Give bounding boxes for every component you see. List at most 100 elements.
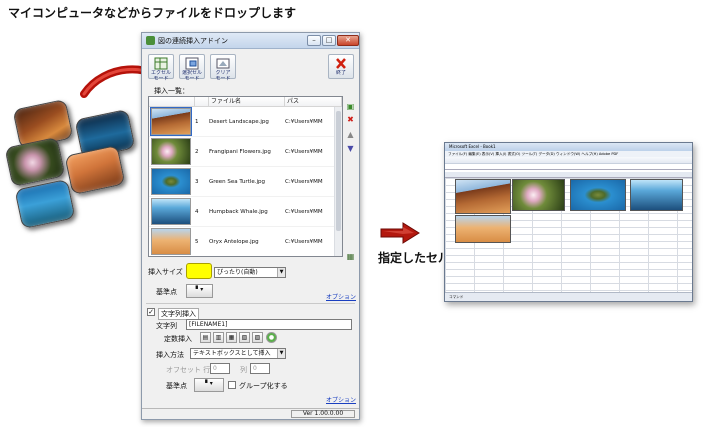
offset-row-input[interactable]: 0 xyxy=(210,363,230,374)
maximize-button[interactable]: □ xyxy=(322,35,336,46)
insert-size-select[interactable]: ぴったり(自動) ▼ xyxy=(214,267,286,278)
inserted-image-turtle[interactable] xyxy=(570,179,626,211)
clear-mode-icon xyxy=(216,58,230,69)
file-name: Humpback Whale.jpg xyxy=(209,208,268,215)
preset-button-3[interactable]: ▦ xyxy=(226,332,237,343)
section-divider xyxy=(146,303,355,304)
move-up-icon[interactable]: ▲ xyxy=(345,129,356,140)
group-label: グループ化する xyxy=(239,382,288,390)
select-cell-icon xyxy=(185,57,199,70)
file-number: 4 xyxy=(195,208,199,215)
preset-button-4[interactable]: ▧ xyxy=(239,332,250,343)
add-file-icon[interactable]: ▣ xyxy=(345,101,356,112)
column-header-filename[interactable]: ファイル名 xyxy=(209,97,285,106)
insert-method-label: 挿入方法 xyxy=(156,351,184,359)
excel-mode-icon xyxy=(154,57,168,70)
right-arrow-icon xyxy=(380,222,420,244)
offset-col-label: 列 xyxy=(240,366,247,374)
version-text: Ver 1.00.0.00 xyxy=(291,410,355,418)
base-point-selector-2[interactable]: ▘▾ xyxy=(194,378,224,392)
remove-file-icon[interactable]: ✖ xyxy=(345,114,356,125)
inserted-image-flower[interactable] xyxy=(512,179,565,211)
insert-size-value: ぴったり(自動) xyxy=(217,269,258,276)
close-button[interactable]: ✕ xyxy=(337,35,359,46)
column-header-path[interactable]: パス xyxy=(285,97,342,106)
file-name: Green Sea Turtle.jpg xyxy=(209,178,265,185)
insert-size-label: 挿入サイズ xyxy=(148,268,183,276)
photo-tile-turtle[interactable] xyxy=(14,178,76,230)
select-cell-mode-label: 選択セル モード xyxy=(181,70,202,82)
file-row[interactable]: 2 Frangipani Flowers.jpg C:¥Users¥MM xyxy=(149,137,342,167)
chevron-down-icon: ▼ xyxy=(277,268,285,277)
text-input[interactable]: [FILENAME1] xyxy=(186,319,352,330)
offset-col-input[interactable]: 0 xyxy=(250,363,270,374)
caption-drop-files: マイコンピュータなどからファイルをドロップします xyxy=(8,6,297,20)
preset-button-1[interactable]: ▤ xyxy=(200,332,211,343)
options-link[interactable]: オプション xyxy=(326,292,356,301)
addin-toolbar: エクセル モード 選択セル モード クリア モード 終了 xyxy=(142,49,359,83)
photo-tile-flower[interactable] xyxy=(4,136,66,188)
base-point-selector[interactable]: ▘▾ xyxy=(186,284,213,298)
file-number: 3 xyxy=(195,178,199,185)
preset-insert-label: 定数挿入 xyxy=(164,335,192,343)
thumbnail-desert xyxy=(150,107,192,136)
file-list-scrollbar[interactable] xyxy=(334,107,342,256)
inserted-image-whale[interactable] xyxy=(630,179,683,211)
clear-mode-button[interactable]: クリア モード xyxy=(210,54,236,82)
inserted-image-oryx[interactable] xyxy=(455,215,511,243)
file-list-header: ファイル名 パス xyxy=(149,97,342,107)
group-checkbox[interactable] xyxy=(228,381,236,389)
column-header-number[interactable] xyxy=(195,97,209,106)
inserted-image-desert[interactable] xyxy=(455,179,511,214)
excel-titlebar[interactable]: Microsoft Excel - Book1 xyxy=(445,143,692,151)
preview-icon[interactable]: ▦ xyxy=(345,251,356,262)
insert-method-select[interactable]: テキストボックスとして挿入 ▼ xyxy=(190,348,286,359)
preset-apply-icon[interactable]: ● xyxy=(266,332,277,343)
insert-size-swatch[interactable] xyxy=(186,263,212,279)
app-icon xyxy=(146,36,155,45)
excel-mode-button[interactable]: エクセル モード xyxy=(148,54,174,82)
preset-button-2[interactable]: ▥ xyxy=(213,332,224,343)
thumbnail-flower xyxy=(151,138,191,165)
thumbnail-turtle xyxy=(151,168,191,195)
thumbnail-oryx xyxy=(151,228,191,255)
insert-method-value: テキストボックスとして挿入 xyxy=(193,350,271,357)
text-label: 文字列 xyxy=(156,322,177,330)
excel-toolbar[interactable] xyxy=(445,157,692,164)
file-name: Frangipani Flowers.jpg xyxy=(209,148,271,155)
file-number: 5 xyxy=(195,238,199,245)
addin-title: 図の連続挿入アドイン xyxy=(158,36,228,45)
preset-button-5[interactable]: ▨ xyxy=(252,332,263,343)
file-row[interactable]: 4 Humpback Whale.jpg C:¥Users¥MM xyxy=(149,197,342,227)
base-point-label-2: 基準点 xyxy=(166,382,187,390)
options-link-2[interactable]: オプション xyxy=(326,395,356,404)
exit-button[interactable]: 終了 xyxy=(328,54,354,79)
excel-formula-bar[interactable] xyxy=(445,164,692,170)
offset-row-label: オフセット 行 xyxy=(166,366,211,374)
chevron-down-icon: ▼ xyxy=(277,349,285,358)
excel-window: Microsoft Excel - Book1 ファイル(F) 編集(E) 表示… xyxy=(444,142,693,302)
minimize-button[interactable]: – xyxy=(307,35,321,46)
file-number: 2 xyxy=(195,148,199,155)
file-name: Desert Landscape.jpg xyxy=(209,118,269,125)
clear-mode-label: クリア モード xyxy=(215,70,231,82)
scrollbar-thumb[interactable] xyxy=(336,111,341,231)
excel-status-bar: コマンド xyxy=(445,292,692,301)
file-name: Oryx Antelope.jpg xyxy=(209,238,259,245)
text-insert-checkbox[interactable]: ✓ xyxy=(147,308,155,316)
photo-tile-oryx[interactable] xyxy=(64,144,126,196)
exit-label: 終了 xyxy=(335,70,346,76)
file-row[interactable]: 1 Desert Landscape.jpg C:¥Users¥MM xyxy=(149,107,342,137)
column-header-thumbnail[interactable] xyxy=(149,97,195,106)
insert-list-label: 挿入一覧： xyxy=(154,87,189,95)
select-cell-mode-button[interactable]: 選択セル モード xyxy=(179,54,205,82)
addin-window: 図の連続挿入アドイン – □ ✕ エクセル モード 選択セル モード クリア モード … xyxy=(141,32,360,420)
file-number: 1 xyxy=(195,118,199,125)
base-point-label: 基準点 xyxy=(156,288,177,296)
move-down-icon[interactable]: ▼ xyxy=(345,143,356,154)
addin-titlebar[interactable]: 図の連続挿入アドイン – □ ✕ xyxy=(142,33,359,49)
file-row[interactable]: 3 Green Sea Turtle.jpg C:¥Users¥MM xyxy=(149,167,342,197)
thumbnail-whale xyxy=(151,198,191,225)
file-list[interactable]: ファイル名 パス 1 Desert Landscape.jpg C:¥Users… xyxy=(148,96,343,257)
file-row[interactable]: 5 Oryx Antelope.jpg C:¥Users¥MM xyxy=(149,227,342,256)
